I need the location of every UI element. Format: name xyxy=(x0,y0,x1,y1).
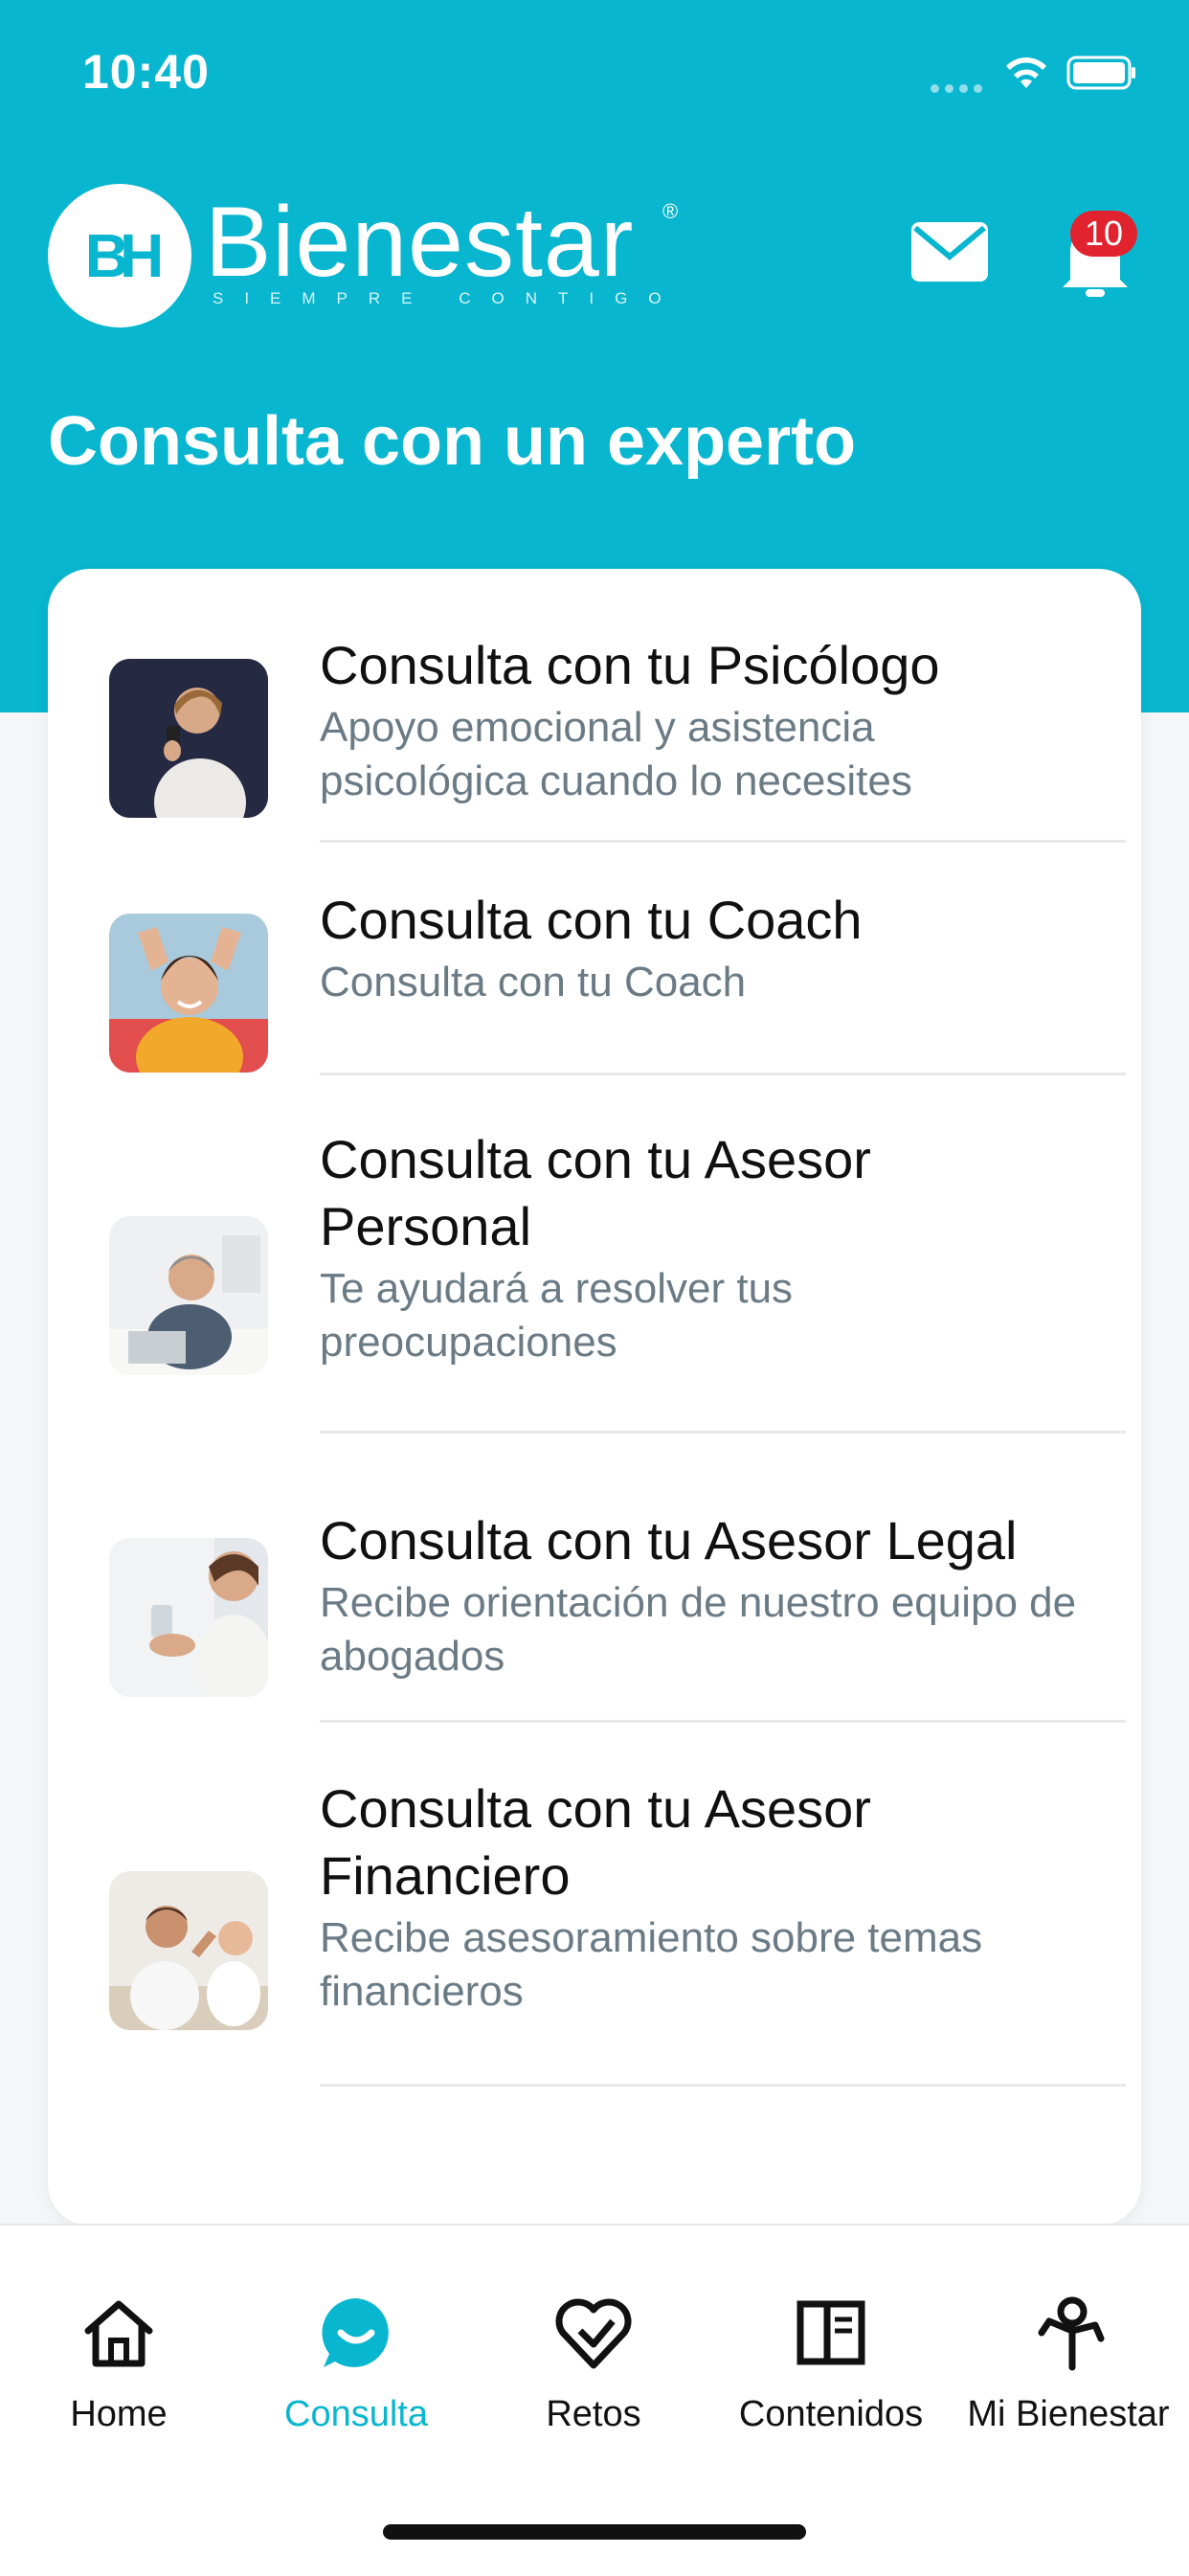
divider xyxy=(320,2084,1126,2087)
status-time: 10:40 xyxy=(82,45,210,99)
notification-badge: 10 xyxy=(1070,211,1137,257)
logo-registered-mark: ® xyxy=(662,199,679,223)
tab-label: Contenidos xyxy=(738,2394,924,2434)
list-item-psicologo[interactable]: Consulta con tu Psicólogo Apoyo emociona… xyxy=(48,569,1141,847)
list-item-coach[interactable]: Consulta con tu Coach Consulta con tu Co… xyxy=(48,847,1141,1086)
person-wellbeing-icon xyxy=(1038,2296,1105,2371)
coach-text: Consulta con tu Coach Consulta con tu Co… xyxy=(320,887,1086,1009)
asesor-legal-text: Consulta con tu Asesor Legal Recibe orie… xyxy=(320,1507,1086,1683)
item-subtitle: Apoyo emocional y asistencia psicológica… xyxy=(320,704,912,804)
list-item-asesor-financiero[interactable]: Consulta con tu Asesor Financiero Recibe… xyxy=(48,1735,1141,2099)
divider xyxy=(320,1073,1126,1075)
asesor-legal-photo xyxy=(109,1538,268,1697)
tab-contenidos[interactable]: Contenidos xyxy=(712,2293,950,2435)
item-title: Consulta con tu Asesor Personal xyxy=(320,1129,871,1256)
asesor-personal-text: Consulta con tu Asesor Personal Te ayuda… xyxy=(320,1126,1086,1369)
tab-consulta[interactable]: Consulta xyxy=(237,2293,475,2435)
heart-challenge-icon xyxy=(555,2298,632,2369)
battery-icon xyxy=(1066,56,1135,90)
divider xyxy=(320,1431,1126,1434)
tab-label: Mi Bienestar xyxy=(967,2394,1170,2434)
psicologo-photo xyxy=(109,659,268,818)
logo-tagline: SIEMPRE CONTIGO xyxy=(213,289,683,307)
item-title: Consulta con tu Coach xyxy=(320,890,863,950)
home-indicator[interactable] xyxy=(383,2524,806,2540)
tab-bar: Home Consulta Retos Contenidos Mi Bienes… xyxy=(0,2224,1189,2576)
tab-home[interactable]: Home xyxy=(0,2293,237,2435)
list-item-asesor-legal[interactable]: Consulta con tu Asesor Legal Recibe orie… xyxy=(48,1444,1141,1735)
asesor-financiero-text: Consulta con tu Asesor Financiero Recibe… xyxy=(320,1775,1086,2019)
wifi-icon xyxy=(1006,57,1046,88)
chat-bubble-icon xyxy=(322,2298,389,2367)
coach-photo xyxy=(109,914,268,1073)
logo-wordmark: Bienestar xyxy=(205,187,635,298)
book-icon xyxy=(796,2300,865,2365)
divider xyxy=(320,1720,1126,1723)
divider xyxy=(320,840,1126,843)
item-subtitle: Recibe orientación de nuestro equipo de … xyxy=(320,1579,1077,1680)
page-title: Consulta con un experto xyxy=(48,403,857,480)
tab-label: Home xyxy=(70,2394,168,2434)
item-title: Consulta con tu Asesor Financiero xyxy=(320,1778,871,1906)
psicologo-text: Consulta con tu Psicólogo Apoyo emociona… xyxy=(320,632,1086,808)
tab-mi-bienestar[interactable]: Mi Bienestar xyxy=(950,2293,1187,2435)
tab-retos[interactable]: Retos xyxy=(475,2293,712,2435)
asesor-financiero-photo xyxy=(109,1871,268,2030)
item-title: Consulta con tu Asesor Legal xyxy=(320,1510,1018,1570)
tab-label: Retos xyxy=(546,2394,641,2434)
experts-card: Consulta con tu Psicólogo Apoyo emociona… xyxy=(48,569,1141,2226)
item-subtitle: Recibe asesoramiento sobre temas financi… xyxy=(320,1914,983,2015)
logo-monogram: BH xyxy=(84,221,164,290)
mail-icon[interactable] xyxy=(909,218,990,285)
brand-logo: BH Bienestar ® SIEMPRE CONTIGO xyxy=(48,180,699,333)
tab-label: Consulta xyxy=(284,2394,428,2434)
signal-icon xyxy=(931,80,988,93)
list-item-asesor-personal[interactable]: Consulta con tu Asesor Personal Te ayuda… xyxy=(48,1086,1141,1444)
asesor-personal-photo xyxy=(109,1216,268,1375)
item-subtitle: Consulta con tu Coach xyxy=(320,959,747,1006)
home-icon xyxy=(84,2300,153,2367)
item-subtitle: Te ayudará a resolver tus preocupaciones xyxy=(320,1265,794,1366)
item-title: Consulta con tu Psicólogo xyxy=(320,635,940,695)
